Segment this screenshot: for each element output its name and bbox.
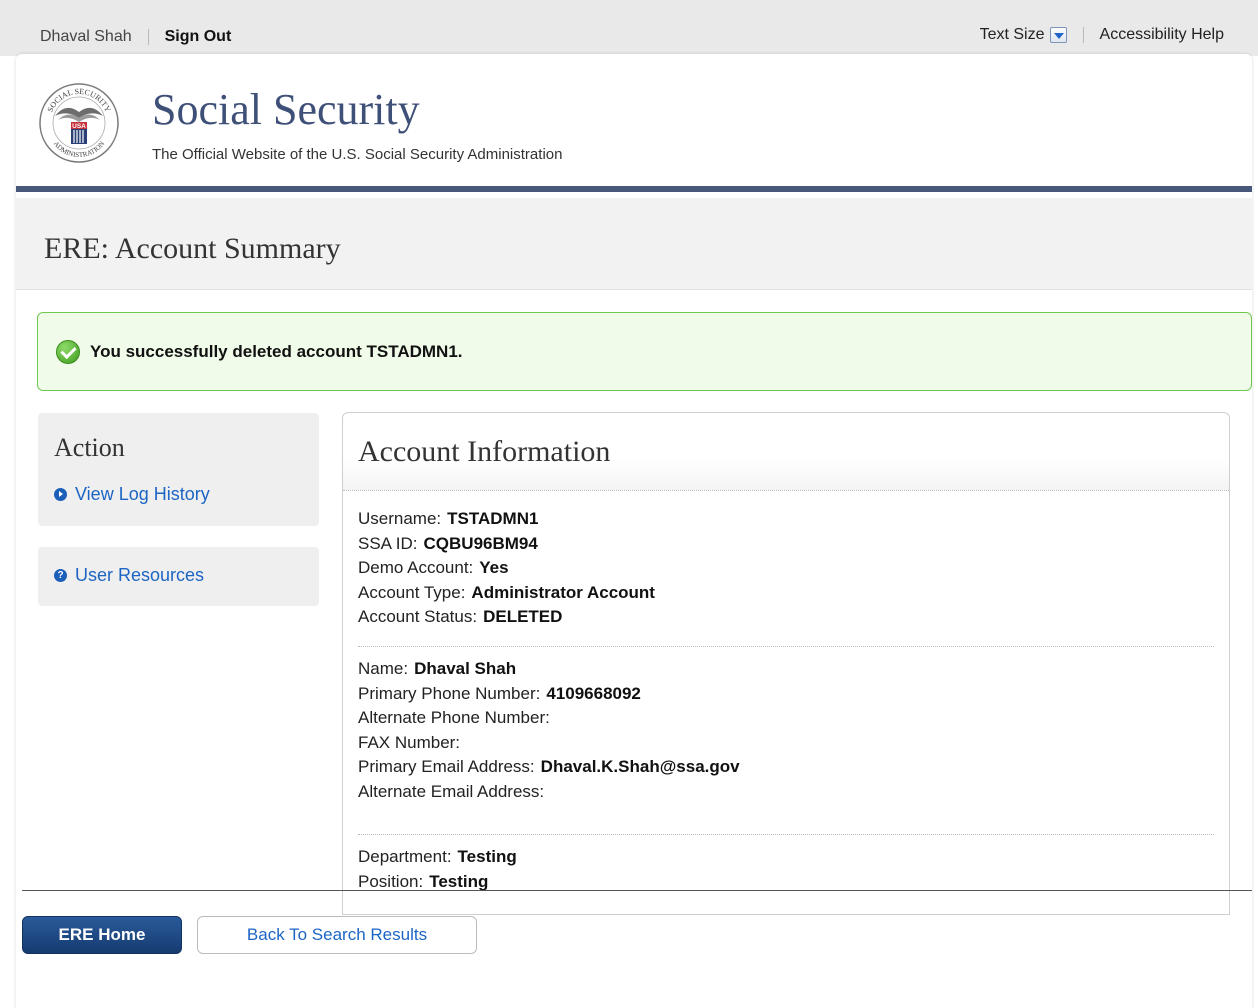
- info-label: Primary Email Address:: [358, 757, 535, 776]
- info-label: Alternate Email Address:: [358, 781, 545, 801]
- info-row: FAX Number:: [358, 731, 1214, 756]
- info-value: DELETED: [483, 607, 563, 626]
- info-label: Account Type:: [358, 582, 466, 602]
- info-row: Alternate Email Address:: [358, 780, 1214, 805]
- info-label: Account Status:: [358, 607, 478, 626]
- action-panel: Action View Log History: [38, 413, 319, 526]
- info-label: Name:: [358, 659, 409, 678]
- info-value: Dhaval.K.Shah@ssa.gov: [540, 757, 740, 776]
- info-value: Testing: [429, 871, 489, 891]
- divider: [1082, 27, 1084, 43]
- info-row: Department: Testing: [358, 845, 1214, 870]
- check-circle-icon: [56, 339, 80, 364]
- sign-out-link[interactable]: Sign Out: [165, 28, 232, 46]
- info-label: Position:: [358, 871, 424, 891]
- view-log-history-link[interactable]: View Log History: [54, 484, 210, 505]
- resources-panel: ? User Resources: [38, 547, 319, 606]
- info-label: Demo Account:: [358, 558, 474, 577]
- info-label: SSA ID:: [358, 533, 418, 553]
- action-heading: Action: [54, 433, 125, 462]
- account-details-group: Username: TSTADMN1 SSA ID: CQBU96BM94 Demo A…: [358, 507, 1214, 647]
- divider: [22, 890, 1252, 891]
- text-size-dropdown-icon[interactable]: [1049, 27, 1067, 43]
- info-row: Primary Phone Number: 4109668092: [358, 682, 1214, 707]
- account-information-header: Account Information: [343, 413, 1229, 491]
- user-area: Dhaval Shah Sign Out: [40, 28, 231, 46]
- site-title[interactable]: Social Security: [152, 84, 420, 135]
- arrow-circle-icon: [54, 488, 67, 501]
- ssa-seal-logo[interactable]: SOCIAL SECURITY ADMINISTRATION USA: [38, 82, 120, 164]
- info-value: Testing: [457, 847, 517, 866]
- info-label: FAX Number:: [358, 732, 461, 752]
- page-card: SOCIAL SECURITY ADMINISTRATION USA Socia…: [16, 54, 1252, 1008]
- seal-usa-text: USA: [72, 123, 86, 130]
- info-row: Demo Account: Yes: [358, 556, 1214, 581]
- text-size-label: Text Size: [979, 26, 1045, 43]
- info-row: Primary Email Address: Dhaval.K.Shah@ssa.…: [358, 755, 1214, 780]
- utility-bar: Dhaval Shah Sign Out Text Size Accessibi…: [0, 0, 1258, 56]
- divider: [147, 29, 149, 45]
- utility-links: Text Size Accessibility Help: [980, 26, 1224, 44]
- account-information-panel: Account Information Username: TSTADMN1 SSA…: [342, 412, 1230, 915]
- user-resources-link[interactable]: ? User Resources: [54, 565, 204, 586]
- site-header: SOCIAL SECURITY ADMINISTRATION USA Socia…: [16, 54, 1252, 192]
- info-value: CQBU96BM94: [423, 533, 538, 553]
- info-label: Primary Phone Number:: [358, 683, 541, 703]
- help-circle-icon: ?: [54, 569, 67, 582]
- info-row: Account Status: DELETED: [358, 605, 1214, 630]
- page-title-band: ERE: Account Summary: [16, 198, 1252, 290]
- info-row: Account Type: Administrator Account: [358, 581, 1214, 606]
- info-value: Yes: [479, 558, 509, 577]
- account-information-title: Account Information: [358, 435, 611, 468]
- info-label: Department:: [358, 847, 452, 866]
- contact-details-group: Name: Dhaval Shah Primary Phone Number: 410…: [358, 657, 1214, 835]
- organization-details-group: Department: Testing Position: Testing: [358, 845, 1214, 907]
- back-to-search-results-button[interactable]: Back To Search Results: [197, 916, 477, 954]
- info-label: Username:: [358, 509, 442, 528]
- site-subtitle: The Official Website of the U.S. Social …: [152, 146, 563, 163]
- info-row: Username: TSTADMN1: [358, 507, 1214, 532]
- info-row: SSA ID: CQBU96BM94: [358, 532, 1214, 557]
- view-log-history-label[interactable]: View Log History: [75, 484, 210, 505]
- user-name: Dhaval Shah: [40, 28, 132, 45]
- info-value: TSTADMN1: [447, 509, 539, 528]
- info-value: Administrator Account: [471, 582, 655, 602]
- info-row: Name: Dhaval Shah: [358, 657, 1214, 682]
- info-value: Dhaval Shah: [414, 659, 517, 678]
- success-alert: You successfully deleted account TSTADMN…: [37, 312, 1252, 391]
- page-title: ERE: Account Summary: [44, 232, 341, 265]
- ere-home-button[interactable]: ERE Home: [22, 916, 182, 954]
- info-label: Alternate Phone Number:: [358, 708, 550, 727]
- user-resources-label[interactable]: User Resources: [75, 565, 204, 586]
- accessibility-help-link[interactable]: Accessibility Help: [1100, 26, 1224, 44]
- alert-message: You successfully deleted account TSTADMN…: [90, 341, 463, 361]
- info-row: Alternate Phone Number:: [358, 706, 1214, 731]
- info-value: 4109668092: [546, 683, 641, 703]
